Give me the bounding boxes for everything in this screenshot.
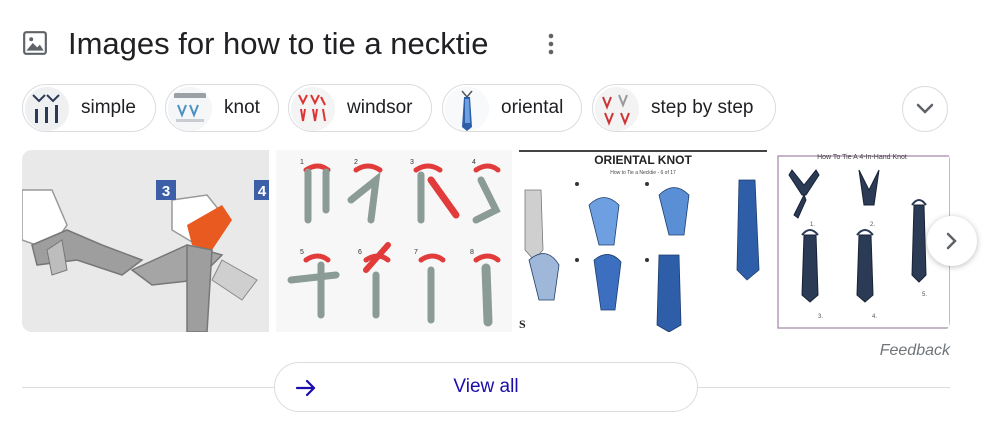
chip-thumbnail (168, 87, 212, 131)
chip-step-by-step[interactable]: step by step (592, 84, 776, 132)
expand-chips-button[interactable] (902, 86, 948, 132)
more-options-button[interactable] (536, 28, 566, 60)
step-number: 3 (410, 159, 414, 166)
chip-thumbnail (445, 87, 489, 131)
step-number: 5 (300, 249, 304, 256)
more-vert-icon (548, 33, 554, 55)
section-title: Images for how to tie a necktie (68, 26, 489, 61)
chip-oriental[interactable]: oriental (442, 84, 582, 132)
chip-label: oriental (501, 97, 564, 118)
step-number: 5. (922, 292, 927, 298)
image-result[interactable]: 3 4 (22, 150, 269, 332)
step-number: 7 (414, 249, 418, 256)
view-all-label: View all (453, 376, 519, 397)
step-number: 8 (470, 249, 474, 256)
images-header: Images for how to tie a necktie (22, 22, 582, 66)
image-result[interactable]: ORIENTAL KNOT How to Tie a Necktie - 6 o… (519, 150, 767, 332)
feedback-link[interactable]: Feedback (880, 342, 950, 360)
view-all-button[interactable]: View all (274, 362, 698, 412)
step-number: 1 (300, 159, 304, 166)
refinement-chips: simple knot windsor oriental step by ste… (22, 84, 982, 134)
image-subtitle: How to Tie a Necktie - 6 of 17 (610, 170, 676, 176)
chip-thumbnail (595, 87, 639, 131)
chevron-right-icon (946, 232, 957, 250)
step-number: 1. (810, 222, 815, 228)
step-number: 2. (870, 222, 875, 228)
chip-simple[interactable]: simple (22, 84, 156, 132)
step-number: 3. (818, 314, 823, 320)
image-icon (23, 31, 47, 55)
chip-label: windsor (347, 97, 413, 118)
image-corner-text: S (519, 317, 526, 331)
image-title: How To Tie A 4-In-Hand Knot (817, 154, 907, 161)
step-number: 4 (472, 159, 476, 166)
chevron-down-icon (916, 103, 934, 114)
chip-knot[interactable]: knot (165, 84, 279, 132)
step-number: 4. (872, 314, 877, 320)
next-images-button[interactable] (927, 216, 977, 266)
image-result[interactable]: 1 2 3 4 5 6 7 8 (276, 150, 512, 332)
divider (698, 387, 950, 388)
step-number: 4 (258, 183, 267, 200)
chip-windsor[interactable]: windsor (288, 84, 432, 132)
chip-thumbnail (291, 87, 335, 131)
chip-thumbnail (25, 87, 69, 131)
step-number: 3 (162, 183, 170, 200)
chip-label: simple (81, 97, 136, 118)
image-result[interactable]: How To Tie A 4-In-Hand Knot 1. 2. 3. 4. … (774, 150, 950, 332)
step-number: 6 (358, 249, 362, 256)
image-results: 3 4 1 2 3 4 5 6 7 8 ORIENTAL KNOT How to… (22, 150, 950, 332)
step-number: 2 (354, 159, 358, 166)
divider (22, 387, 274, 388)
image-title: ORIENTAL KNOT (594, 153, 692, 167)
chip-label: knot (224, 97, 260, 118)
chip-label: step by step (651, 97, 754, 118)
